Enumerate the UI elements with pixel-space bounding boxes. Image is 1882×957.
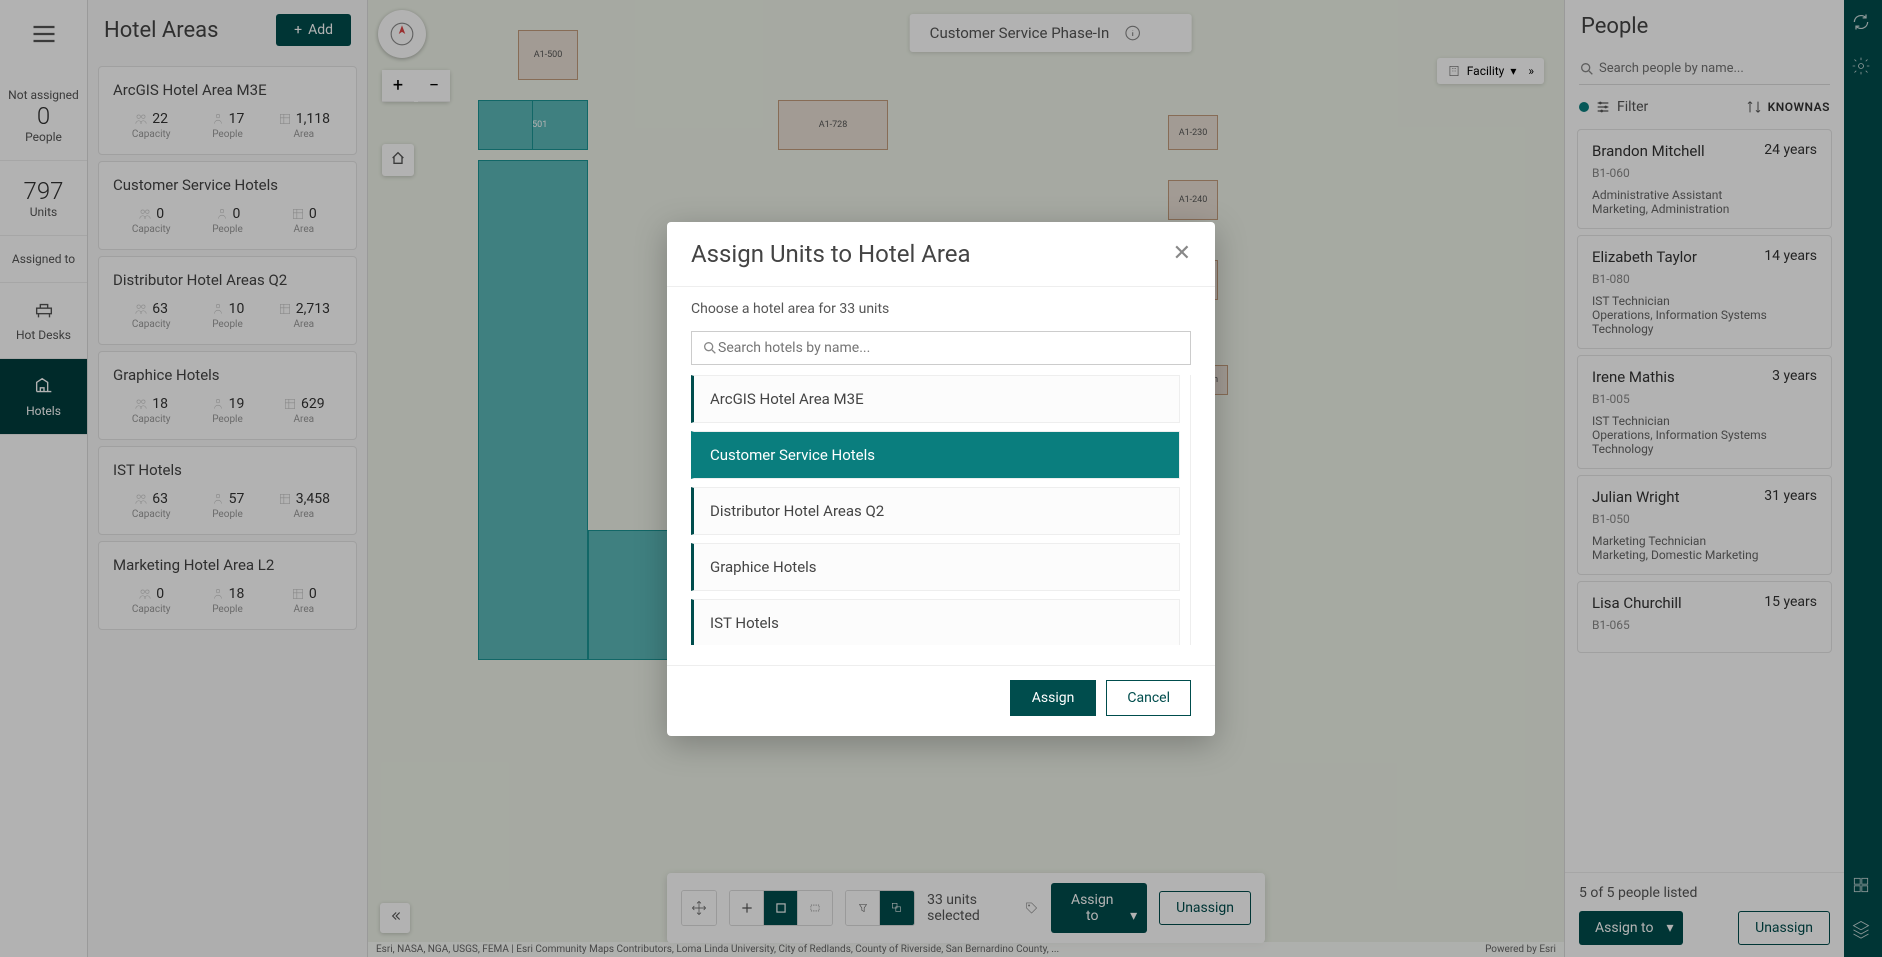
modal-overlay[interactable]: Assign Units to Hotel Area ✕ Choose a ho…	[0, 0, 1882, 957]
hotel-area-option[interactable]: Distributor Hotel Areas Q2	[691, 487, 1180, 535]
modal-search[interactable]	[691, 331, 1191, 365]
modal-title: Assign Units to Hotel Area	[691, 240, 971, 268]
close-icon: ✕	[1173, 241, 1191, 266]
hotel-area-option[interactable]: IST Hotels	[691, 599, 1180, 645]
hotel-area-option[interactable]: ArcGIS Hotel Area M3E	[691, 375, 1180, 423]
modal-subtitle: Choose a hotel area for 33 units	[691, 301, 1191, 317]
modal-search-input[interactable]	[718, 340, 1180, 356]
modal-assign-button[interactable]: Assign	[1010, 680, 1097, 716]
modal-close-button[interactable]: ✕	[1173, 241, 1191, 266]
hotel-area-option[interactable]: Graphice Hotels	[691, 543, 1180, 591]
modal-cancel-button[interactable]: Cancel	[1106, 680, 1191, 716]
hotel-area-option[interactable]: Customer Service Hotels	[691, 431, 1180, 479]
search-icon	[702, 340, 718, 356]
assign-units-modal: Assign Units to Hotel Area ✕ Choose a ho…	[667, 222, 1215, 736]
